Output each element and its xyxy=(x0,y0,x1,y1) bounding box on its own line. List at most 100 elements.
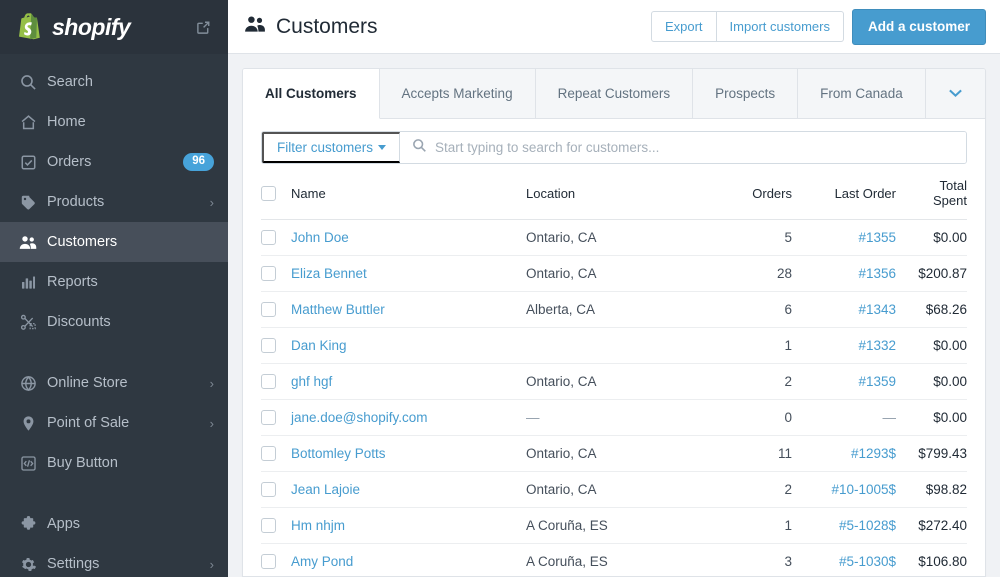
column-header-total-spent[interactable]: Total Spent xyxy=(906,164,967,220)
customer-total-spent-cell: $272.40 xyxy=(906,507,967,544)
customer-total-spent: $98.82 xyxy=(925,482,967,497)
sidebar-item-online-store[interactable]: Online Store › xyxy=(0,363,228,403)
sidebar-item-point-of-sale[interactable]: Point of Sale › xyxy=(0,403,228,443)
tab-all-customers[interactable]: All Customers xyxy=(243,69,380,119)
customer-total-spent-cell: $106.80 xyxy=(906,543,967,576)
row-checkbox[interactable] xyxy=(261,338,276,353)
sidebar-item-reports[interactable]: Reports xyxy=(0,262,228,302)
sidebar-item-home[interactable]: Home xyxy=(0,102,228,142)
customer-last-order[interactable]: #1343 xyxy=(858,302,896,317)
customer-last-order[interactable]: #1332 xyxy=(858,338,896,353)
table-row[interactable]: Eliza Bennet Ontario, CA 28 #1356 $200.87 xyxy=(261,255,967,292)
customer-location: — xyxy=(526,410,540,425)
sidebar-item-search[interactable]: Search xyxy=(0,62,228,102)
customer-total-spent: $0.00 xyxy=(933,230,967,245)
table-row[interactable]: Jean Lajoie Ontario, CA 2 #10-1005$ $98.82 xyxy=(261,471,967,508)
customer-last-order[interactable]: #1356 xyxy=(858,266,896,281)
customer-name[interactable]: jane.doe@shopify.com xyxy=(291,410,428,425)
customer-orders-count-cell: 1 xyxy=(701,327,796,364)
customer-name[interactable]: Eliza Bennet xyxy=(291,266,367,281)
customer-name-cell: Eliza Bennet xyxy=(291,255,526,292)
external-link-icon[interactable] xyxy=(192,16,214,38)
customer-orders-count-cell: 3 xyxy=(701,543,796,576)
customer-name[interactable]: John Doe xyxy=(291,230,349,245)
tab-more-button[interactable] xyxy=(925,69,985,118)
table-row[interactable]: Amy Pond A Coruña, ES 3 #5-1030$ $106.80 xyxy=(261,543,967,576)
customer-name[interactable]: Amy Pond xyxy=(291,554,353,569)
add-customer-button[interactable]: Add a customer xyxy=(851,8,986,45)
search-input[interactable] xyxy=(435,140,954,155)
sidebar-item-apps[interactable]: Apps xyxy=(0,504,228,544)
page-title-group: Customers xyxy=(244,15,651,39)
filter-customers-button[interactable]: Filter customers xyxy=(262,132,401,163)
customer-last-order-cell: #10-1005$ xyxy=(796,471,906,508)
table-row[interactable]: Matthew Buttler Alberta, CA 6 #1343 $68.26 xyxy=(261,291,967,328)
row-checkbox[interactable] xyxy=(261,482,276,497)
row-checkbox[interactable] xyxy=(261,230,276,245)
row-checkbox-cell xyxy=(261,219,291,256)
tab-prospects[interactable]: Prospects xyxy=(693,69,799,118)
row-checkbox-cell xyxy=(261,543,291,576)
tab-accepts-marketing[interactable]: Accepts Marketing xyxy=(379,69,536,118)
tab-label: From Canada xyxy=(820,86,903,101)
customer-name[interactable]: Hm nhjm xyxy=(291,518,345,533)
table-row[interactable]: Hm nhjm A Coruña, ES 1 #5-1028$ $272.40 xyxy=(261,507,967,544)
row-checkbox[interactable] xyxy=(261,302,276,317)
table-row[interactable]: Dan King 1 #1332 $0.00 xyxy=(261,327,967,364)
customer-total-spent: $200.87 xyxy=(918,266,967,281)
sidebar-item-discounts[interactable]: Discounts xyxy=(0,302,228,342)
table-row[interactable]: John Doe Ontario, CA 5 #1355 $0.00 xyxy=(261,219,967,256)
search-field-wrapper[interactable] xyxy=(400,132,966,163)
customer-name[interactable]: Jean Lajoie xyxy=(291,482,360,497)
row-checkbox[interactable] xyxy=(261,410,276,425)
sidebar-item-label: Buy Button xyxy=(47,455,118,471)
customer-name[interactable]: Bottomley Potts xyxy=(291,446,386,461)
import-customers-button[interactable]: Import customers xyxy=(716,11,844,42)
row-checkbox[interactable] xyxy=(261,446,276,461)
customer-name[interactable]: Dan King xyxy=(291,338,347,353)
globe-icon xyxy=(17,372,39,394)
export-button[interactable]: Export xyxy=(650,11,717,42)
row-checkbox[interactable] xyxy=(261,518,276,533)
customer-last-order[interactable]: #1355 xyxy=(858,230,896,245)
tab-from-canada[interactable]: From Canada xyxy=(798,69,926,118)
customer-last-order[interactable]: #5-1028$ xyxy=(839,518,896,533)
customer-last-order[interactable]: #1359 xyxy=(858,374,896,389)
customer-name[interactable]: ghf hgf xyxy=(291,374,332,389)
tab-repeat-customers[interactable]: Repeat Customers xyxy=(535,69,694,118)
secondary-button-group: Export Import customers xyxy=(650,11,844,42)
sidebar-item-orders[interactable]: Orders 96 xyxy=(0,142,228,182)
select-all-cell xyxy=(261,164,291,220)
sidebar-item-settings[interactable]: Settings › xyxy=(0,544,228,577)
sidebar-item-buy-button[interactable]: Buy Button xyxy=(0,443,228,483)
select-all-checkbox[interactable] xyxy=(261,185,276,201)
customer-orders-count-cell: 0 xyxy=(701,399,796,436)
column-header-orders[interactable]: Orders xyxy=(701,164,796,220)
customer-location-cell: Ontario, CA xyxy=(526,363,701,400)
customer-last-order[interactable]: #1293$ xyxy=(851,446,896,461)
customer-last-order[interactable]: #5-1030$ xyxy=(839,554,896,569)
customer-name[interactable]: Matthew Buttler xyxy=(291,302,385,317)
row-checkbox[interactable] xyxy=(261,266,276,281)
customer-last-order[interactable]: #10-1005$ xyxy=(831,482,896,497)
sidebar-item-customers[interactable]: Customers xyxy=(0,222,228,262)
customer-orders-count-cell: 11 xyxy=(701,435,796,472)
filter-customers-label: Filter customers xyxy=(277,140,374,155)
row-checkbox-cell xyxy=(261,471,291,508)
customer-total-spent: $106.80 xyxy=(918,554,967,569)
customer-total-spent-cell: $68.26 xyxy=(906,291,967,328)
customer-orders-count-cell: 6 xyxy=(701,291,796,328)
discount-icon xyxy=(17,311,39,333)
column-header-last-order[interactable]: Last Order xyxy=(796,164,906,220)
table-row[interactable]: jane.doe@shopify.com — 0 — $0.00 xyxy=(261,399,967,436)
column-header-name[interactable]: Name xyxy=(291,164,526,220)
customer-orders-count-cell: 5 xyxy=(701,219,796,256)
sidebar-item-products[interactable]: Products › xyxy=(0,182,228,222)
table-row[interactable]: ghf hgf Ontario, CA 2 #1359 $0.00 xyxy=(261,363,967,400)
row-checkbox[interactable] xyxy=(261,554,276,569)
table-row[interactable]: Bottomley Potts Ontario, CA 11 #1293$ $799.4… xyxy=(261,435,967,472)
row-checkbox-cell xyxy=(261,435,291,472)
shopify-logo[interactable]: shopify xyxy=(16,12,192,42)
column-header-location[interactable]: Location xyxy=(526,164,701,220)
row-checkbox[interactable] xyxy=(261,374,276,389)
